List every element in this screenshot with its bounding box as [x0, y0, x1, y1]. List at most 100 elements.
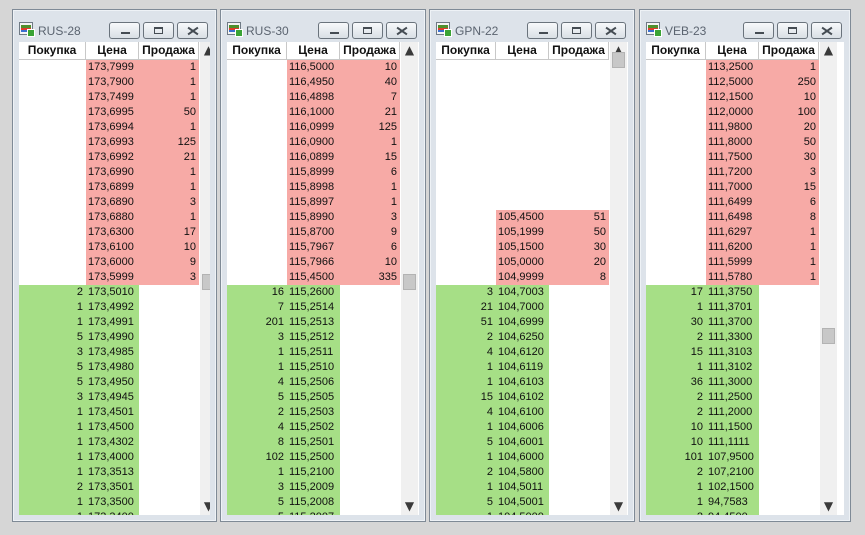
buy-row[interactable]: 15 111,3103 [646, 345, 819, 360]
buy-row[interactable]: 15 104,6102 [436, 390, 609, 405]
sell-row[interactable]: 115,8700 9 [227, 225, 400, 240]
header-sell[interactable]: Продажа [759, 42, 819, 59]
sell-row[interactable]: 104,9999 8 [436, 270, 609, 285]
buy-row[interactable]: 2 111,2000 [646, 405, 819, 420]
minimize-button[interactable] [318, 22, 349, 39]
buy-row[interactable]: 3 115,2009 [227, 480, 400, 495]
sell-row[interactable]: 115,8999 6 [227, 165, 400, 180]
buy-row[interactable]: 1 111,3102 [646, 360, 819, 375]
sell-row[interactable]: 173,5999 3 [19, 270, 199, 285]
buy-row[interactable]: 201 115,2513 [227, 315, 400, 330]
sell-row[interactable]: 111,6297 1 [646, 225, 819, 240]
sell-row[interactable]: 105,4500 51 [436, 210, 609, 225]
sell-row[interactable]: 115,4500 335 [227, 270, 400, 285]
sell-row[interactable]: 173,6993 125 [19, 135, 199, 150]
buy-row[interactable]: 5 104,5001 [436, 495, 609, 510]
sell-row[interactable]: 173,6992 21 [19, 150, 199, 165]
buy-row[interactable]: 2 111,3300 [646, 330, 819, 345]
buy-row[interactable]: 3 173,4945 [19, 390, 199, 405]
scroll-up-icon[interactable]: ▲ [401, 42, 418, 59]
sell-row[interactable]: 173,7900 1 [19, 75, 199, 90]
buy-row[interactable]: 2 107,2100 [646, 465, 819, 480]
maximize-button[interactable] [561, 22, 592, 39]
sell-row[interactable]: 115,8990 3 [227, 210, 400, 225]
buy-row[interactable]: 1 104,6000 [436, 450, 609, 465]
maximize-button[interactable] [143, 22, 174, 39]
buy-row[interactable]: 1 173,4992 [19, 300, 199, 315]
buy-row[interactable]: 2 173,3501 [19, 480, 199, 495]
sell-row[interactable]: 112,0000 100 [646, 105, 819, 120]
buy-row[interactable]: 8 115,2501 [227, 435, 400, 450]
buy-row[interactable]: 1 115,2510 [227, 360, 400, 375]
vertical-scrollbar[interactable]: ▲ ▼ [401, 42, 418, 515]
buy-row[interactable]: 10 111,1500 [646, 420, 819, 435]
sell-row[interactable]: 173,6995 50 [19, 105, 199, 120]
sell-row[interactable]: 116,0899 15 [227, 150, 400, 165]
buy-row[interactable]: 1 173,4302 [19, 435, 199, 450]
minimize-button[interactable] [527, 22, 558, 39]
sell-row[interactable]: 116,4898 7 [227, 90, 400, 105]
buy-row[interactable]: 5 115,2505 [227, 390, 400, 405]
buy-row[interactable]: 1 173,4501 [19, 405, 199, 420]
sell-row[interactable]: 111,5780 1 [646, 270, 819, 285]
sell-row[interactable]: 116,0900 1 [227, 135, 400, 150]
scroll-thumb[interactable] [822, 328, 835, 344]
buy-row[interactable]: 1 104,6103 [436, 375, 609, 390]
header-sell[interactable]: Продажа [340, 42, 400, 59]
sell-row[interactable]: 112,1500 10 [646, 90, 819, 105]
buy-row[interactable]: 5 173,4980 [19, 360, 199, 375]
vertical-scrollbar[interactable]: ▲ ▼ [200, 42, 210, 515]
maximize-button[interactable] [352, 22, 383, 39]
sell-row[interactable]: 111,6200 1 [646, 240, 819, 255]
sell-row[interactable]: 173,6899 1 [19, 180, 199, 195]
scroll-thumb[interactable] [403, 274, 416, 290]
buy-row[interactable]: 4 115,2502 [227, 420, 400, 435]
sell-row[interactable]: 105,1999 50 [436, 225, 609, 240]
sell-row[interactable]: 173,6000 9 [19, 255, 199, 270]
buy-row[interactable]: 2 111,2500 [646, 390, 819, 405]
buy-row[interactable]: 1 104,6006 [436, 420, 609, 435]
header-buy[interactable]: Покупка [436, 42, 496, 59]
header-price[interactable]: Цена [86, 42, 139, 59]
sell-row[interactable]: 113,2500 1 [646, 60, 819, 75]
scroll-up-icon[interactable]: ▲ [820, 42, 837, 59]
header-price[interactable]: Цена [496, 42, 549, 59]
buy-row[interactable]: 102 115,2500 [227, 450, 400, 465]
minimize-button[interactable] [743, 22, 774, 39]
header-buy[interactable]: Покупка [646, 42, 706, 59]
buy-row[interactable]: 21 104,7000 [436, 300, 609, 315]
sell-row[interactable]: 115,7966 10 [227, 255, 400, 270]
close-button[interactable] [811, 22, 842, 39]
sell-row[interactable]: 115,8997 1 [227, 195, 400, 210]
close-button[interactable] [595, 22, 626, 39]
buy-row[interactable]: 4 115,2506 [227, 375, 400, 390]
buy-row[interactable]: 1 173,3500 [19, 495, 199, 510]
sell-row[interactable]: 111,9800 20 [646, 120, 819, 135]
header-price[interactable]: Цена [706, 42, 759, 59]
buy-row[interactable]: 4 104,6100 [436, 405, 609, 420]
sell-row[interactable]: 111,6499 6 [646, 195, 819, 210]
close-button[interactable] [386, 22, 417, 39]
header-buy[interactable]: Покупка [19, 42, 86, 59]
sell-row[interactable]: 116,1000 21 [227, 105, 400, 120]
scroll-up-icon[interactable]: ▲ [200, 42, 210, 59]
sell-row[interactable]: 111,7200 3 [646, 165, 819, 180]
buy-row[interactable]: 2 173,5010 [19, 285, 199, 300]
sell-row[interactable]: 173,7499 1 [19, 90, 199, 105]
sell-row[interactable]: 115,7967 6 [227, 240, 400, 255]
minimize-button[interactable] [109, 22, 140, 39]
maximize-button[interactable] [777, 22, 808, 39]
sell-row[interactable]: 173,6100 10 [19, 240, 199, 255]
header-sell[interactable]: Продажа [549, 42, 609, 59]
sell-row[interactable]: 173,6880 1 [19, 210, 199, 225]
sell-row[interactable]: 111,5999 1 [646, 255, 819, 270]
sell-row[interactable]: 116,0999 125 [227, 120, 400, 135]
buy-row[interactable]: 51 104,6999 [436, 315, 609, 330]
sell-row[interactable]: 173,6990 1 [19, 165, 199, 180]
buy-row[interactable]: 10 111,1111 [646, 435, 819, 450]
sell-row[interactable]: 111,7000 15 [646, 180, 819, 195]
header-price[interactable]: Цена [287, 42, 340, 59]
vertical-scrollbar[interactable]: ▲ ▼ [820, 42, 837, 515]
buy-row[interactable]: 5 115,2008 [227, 495, 400, 510]
buy-row[interactable]: 1 115,2100 [227, 465, 400, 480]
